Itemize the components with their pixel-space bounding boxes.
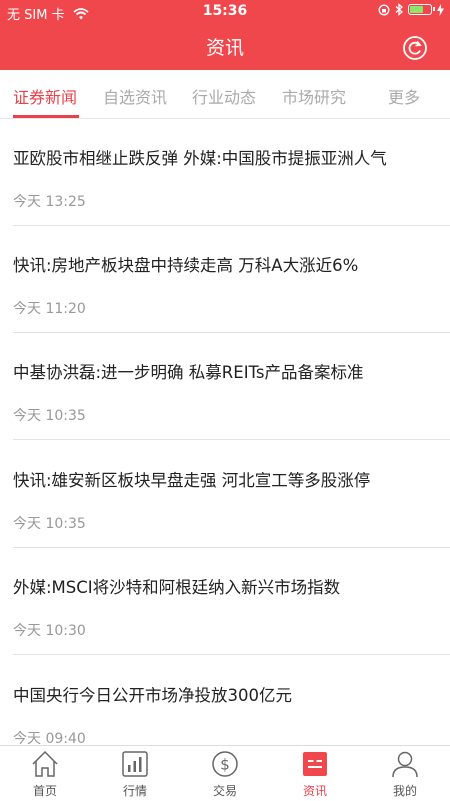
tabbar-news[interactable]: 资讯 (270, 746, 360, 801)
news-item[interactable]: 外媒:MSCI将沙特和阿根廷纳入新兴市场指数 今天 10:30 (0, 548, 450, 655)
tabbar-label: 行情 (122, 784, 147, 798)
bottom-tab-bar: 首页 行情 $ 交易 资讯 我的 (0, 745, 450, 801)
tabbar-home[interactable]: 首页 (0, 746, 90, 801)
news-time: 今天 10:35 (13, 408, 86, 424)
news-headline: 中国央行今日公开市场净投放300亿元 (13, 686, 292, 705)
tab-market-research[interactable]: 市场研究 (282, 84, 346, 108)
tab-more[interactable]: 更多 (388, 84, 420, 108)
tabbar-trade[interactable]: $ 交易 (180, 746, 270, 801)
rotation-lock-icon (378, 4, 390, 15)
tab-watchlist-news[interactable]: 自选资讯 (103, 84, 167, 108)
news-headline: 快讯:雄安新区板块早盘走强 河北宣工等多股涨停 (13, 471, 371, 490)
refresh-icon[interactable] (402, 35, 428, 61)
news-item[interactable]: 中基协洪磊:进一步明确 私募REITs产品备案标准 今天 10:35 (0, 333, 450, 440)
tabbar-label: 我的 (392, 784, 417, 798)
news-time: 今天 09:40 (13, 731, 86, 745)
bar-chart-icon (122, 751, 148, 777)
news-time: 今天 10:30 (13, 623, 86, 639)
news-item[interactable]: 中国央行今日公开市场净投放300亿元 今天 09:40 (0, 656, 450, 745)
tabbar-quotes[interactable]: 行情 (90, 746, 180, 801)
news-headline: 中基协洪磊:进一步明确 私募REITs产品备案标准 (13, 363, 364, 382)
news-headline: 外媒:MSCI将沙特和阿根廷纳入新兴市场指数 (13, 578, 341, 597)
app-header: 无 SIM 卡 15:36 资讯 (0, 0, 450, 70)
news-time: 今天 13:25 (13, 194, 86, 210)
charging-icon (437, 3, 444, 16)
tabbar-label: 交易 (212, 784, 237, 798)
svg-text:$: $ (220, 756, 230, 774)
news-time: 今天 11:20 (13, 301, 86, 317)
status-icons (378, 3, 444, 16)
news-icon (303, 752, 327, 776)
news-list: 亚欧股市相继止跌反弹 外媒:中国股市提振亚洲人气 今天 13:25 快讯:房地产… (0, 119, 450, 745)
tab-industry-trends[interactable]: 行业动态 (192, 84, 256, 108)
home-icon (32, 750, 58, 777)
active-tab-indicator (13, 115, 79, 118)
tabbar-me[interactable]: 我的 (360, 746, 450, 801)
news-item[interactable]: 快讯:雄安新区板块早盘走强 河北宣工等多股涨停 今天 10:35 (0, 441, 450, 548)
tabbar-label: 资讯 (302, 784, 327, 798)
tab-securities-news[interactable]: 证券新闻 (13, 84, 77, 108)
dollar-coin-icon: $ (212, 751, 238, 777)
divider (13, 439, 450, 440)
battery-icon (408, 4, 435, 15)
category-tabs: 证券新闻 自选资讯 行业动态 市场研究 更多 (0, 70, 450, 119)
news-headline: 快讯:房地产板块盘中持续走高 万科A大涨近6% (13, 256, 359, 275)
page-title: 资讯 (205, 37, 244, 59)
bluetooth-icon (395, 3, 403, 16)
tabbar-label: 首页 (32, 784, 57, 798)
news-time: 今天 10:35 (13, 516, 86, 532)
divider (13, 654, 450, 655)
news-item[interactable]: 快讯:房地产板块盘中持续走高 万科A大涨近6% 今天 11:20 (0, 226, 450, 333)
news-headline: 亚欧股市相继止跌反弹 外媒:中国股市提振亚洲人气 (13, 149, 387, 168)
status-bar: 无 SIM 卡 15:36 (0, 0, 450, 24)
news-item[interactable]: 亚欧股市相继止跌反弹 外媒:中国股市提振亚洲人气 今天 13:25 (0, 119, 450, 226)
user-icon (392, 751, 418, 778)
